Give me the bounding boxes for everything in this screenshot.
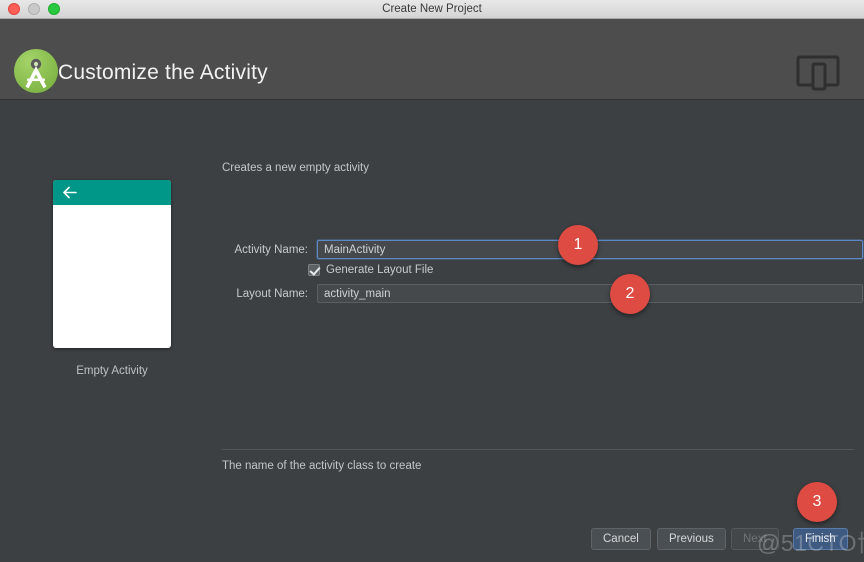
- previous-button[interactable]: Previous: [657, 528, 726, 550]
- next-button: Next: [731, 528, 779, 550]
- wizard-body: Empty Activity Creates a new empty activ…: [0, 100, 864, 562]
- annotation-marker-2: 2: [610, 274, 650, 314]
- activity-name-row: Activity Name:: [222, 240, 863, 259]
- wizard-footer: Cancel Previous Next Finish: [0, 518, 864, 562]
- back-arrow-icon: [63, 186, 77, 199]
- activity-preview-card: [53, 180, 171, 348]
- layout-name-label: Layout Name:: [236, 287, 308, 300]
- window-titlebar: Create New Project: [0, 0, 864, 19]
- page-title: Customize the Activity: [58, 61, 268, 84]
- android-studio-logo-icon: [14, 49, 58, 93]
- template-preview[interactable]: Empty Activity: [53, 180, 171, 377]
- generate-layout-checkbox-row[interactable]: Generate Layout File: [308, 264, 433, 276]
- window-title: Create New Project: [382, 3, 482, 15]
- field-hint-text: The name of the activity class to create: [222, 460, 422, 472]
- layout-name-row: Layout Name:: [222, 284, 863, 303]
- create-new-project-window: Create New Project Customize the Activit…: [0, 0, 864, 562]
- annotation-marker-3: 3: [797, 482, 837, 522]
- preview-appbar: [53, 180, 171, 205]
- generate-layout-label: Generate Layout File: [326, 264, 434, 276]
- finish-button[interactable]: Finish: [793, 528, 848, 550]
- wizard-header: Customize the Activity: [0, 19, 864, 100]
- generate-layout-checkbox[interactable]: [308, 264, 320, 276]
- template-description: Creates a new empty activity: [222, 162, 370, 174]
- layout-name-input[interactable]: [317, 284, 863, 303]
- activity-name-label: Activity Name:: [234, 243, 309, 256]
- cancel-button[interactable]: Cancel: [591, 528, 651, 550]
- device-preview-icon: [796, 55, 840, 91]
- annotation-marker-1: 1: [558, 225, 598, 265]
- template-name-label: Empty Activity: [76, 365, 148, 377]
- footer-divider: [222, 449, 854, 450]
